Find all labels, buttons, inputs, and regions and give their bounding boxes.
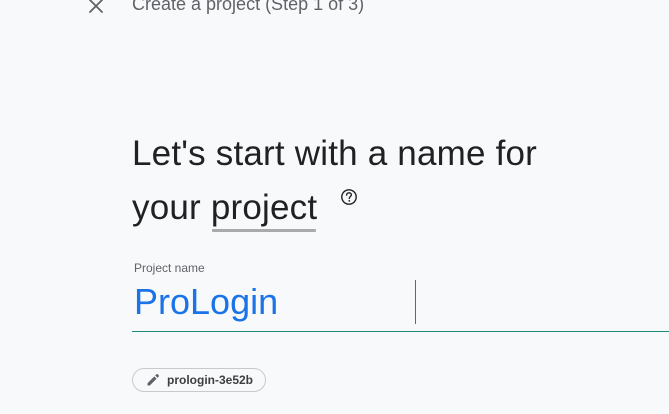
top-bar: Create a project (Step 1 of 3) — [0, 0, 669, 19]
close-button[interactable] — [86, 0, 106, 16]
project-name-field — [132, 279, 669, 332]
pencil-icon — [146, 373, 160, 387]
create-project-page: Create a project (Step 1 of 3) Let's sta… — [0, 0, 669, 414]
heading-line-2: your project — [132, 181, 652, 235]
project-name-label: Project name — [134, 261, 205, 275]
text-caret — [415, 280, 416, 324]
page-heading: Let's start with a name for your project — [132, 127, 652, 235]
heading-line-2-prefix: your — [132, 188, 211, 227]
project-id-text: prologin-3e52b — [167, 373, 254, 387]
project-name-input[interactable] — [132, 279, 664, 325]
step-title: Create a project (Step 1 of 3) — [132, 0, 365, 14]
heading-line-1: Let's start with a name for — [132, 134, 538, 173]
help-circle-icon[interactable] — [340, 188, 358, 206]
close-icon — [86, 0, 106, 16]
project-definition-link[interactable]: project — [211, 181, 317, 235]
project-id-chip[interactable]: prologin-3e52b — [132, 368, 267, 392]
